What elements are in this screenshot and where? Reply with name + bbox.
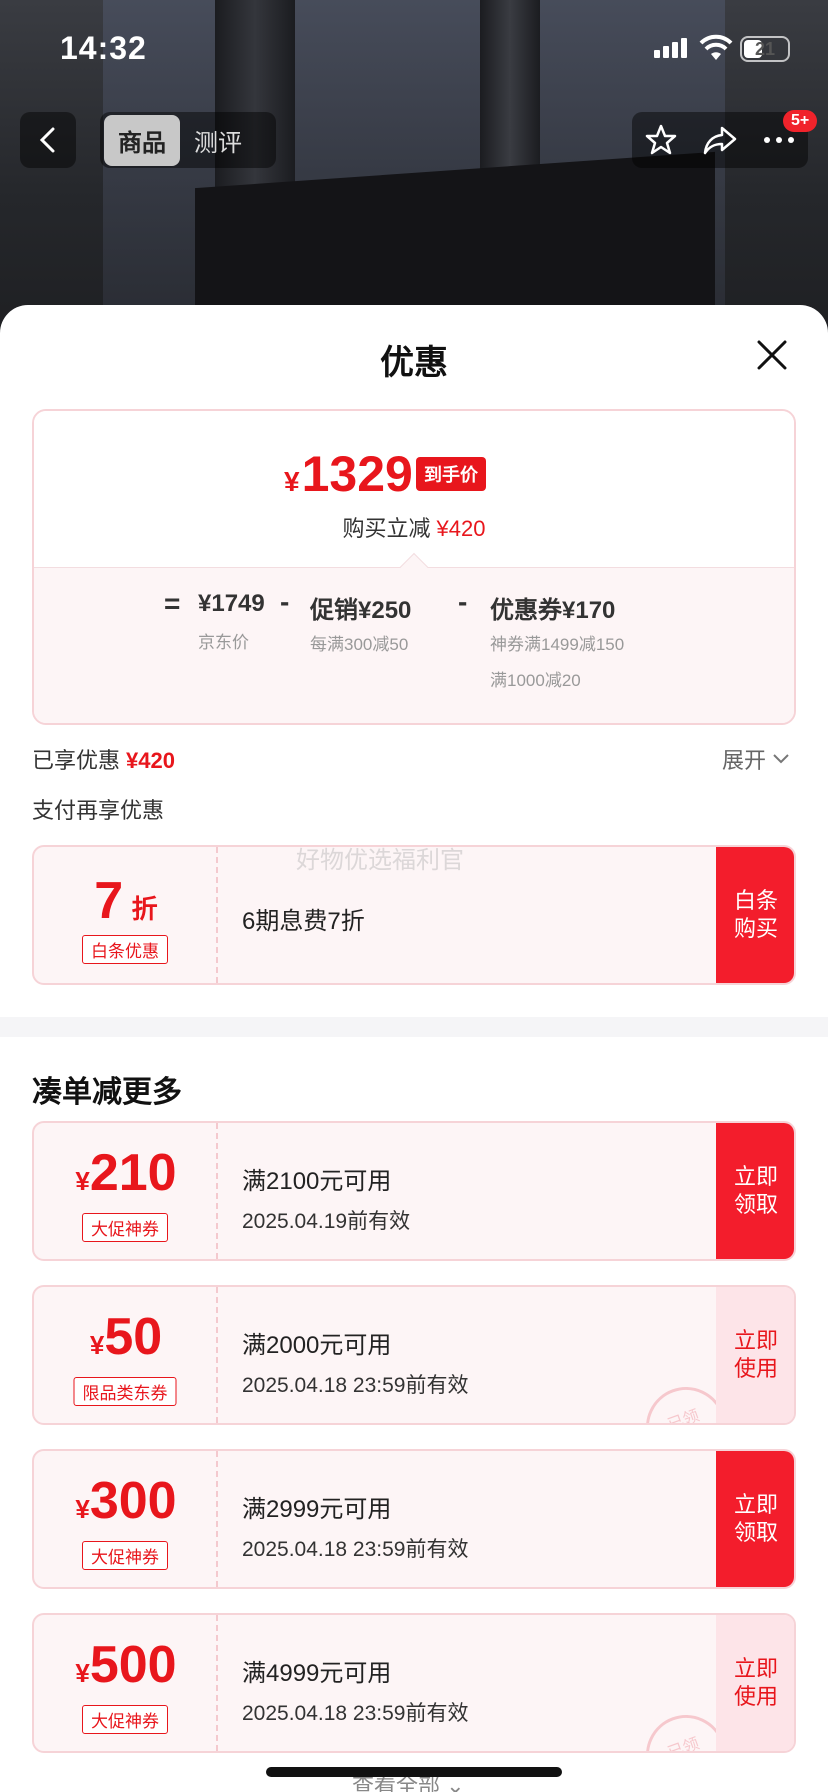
more-icon[interactable] [762, 135, 796, 145]
purchase-reduction: 购买立减 ¥420 [34, 511, 794, 543]
coupon-rule: 满1000减20 [490, 671, 581, 690]
claim-coupon-button[interactable]: 立即领取 [716, 1451, 794, 1587]
coupon-tag: 大促神券 [82, 1541, 168, 1570]
coupon-validity: 2025.04.18 23:59前有效 [242, 1538, 469, 1561]
price-formula: = ¥1749 京东价 - 促销¥250 每满300减50 - 优惠券¥170 … [34, 567, 794, 723]
reduction-amount: ¥420 [436, 516, 486, 541]
coupon-card: ¥500 大促神券 满4999元可用 2025.04.18 23:59前有效 已… [32, 1613, 796, 1753]
currency-symbol: ¥ [284, 466, 300, 497]
chevron-down-icon [773, 754, 789, 764]
discount-number: 7 [94, 872, 124, 930]
battery-icon: 21 [740, 36, 790, 62]
final-price-value: 1329 [301, 446, 413, 502]
minus-sign: - [280, 586, 290, 617]
claim-coupon-button[interactable]: 立即领取 [716, 1123, 794, 1259]
discount-unit: 折 [131, 894, 158, 924]
coupon-rule: 神券满1499减150 [490, 635, 625, 654]
coupon-card: ¥50 限品类东券 满2000元可用 2025.04.18 23:59前有效 已… [32, 1285, 796, 1425]
wifi-icon [699, 34, 733, 60]
tab-bar: 商品 测评 [100, 112, 276, 168]
tab-review[interactable]: 测评 [180, 115, 256, 166]
promo-amount: 促销¥250 [310, 597, 412, 624]
section-divider [0, 1017, 828, 1037]
reduction-label: 购买立减 [342, 516, 431, 541]
currency-symbol: ¥ [75, 1166, 90, 1196]
expand-label: 展开 [722, 748, 767, 773]
promo-rule: 每满300减50 [310, 635, 409, 654]
back-button[interactable] [20, 112, 76, 168]
close-icon[interactable] [754, 337, 790, 373]
section-title: 凑单减更多 [32, 1076, 182, 1109]
coupon-amount: 210 [89, 1144, 177, 1202]
coupon-validity: 2025.04.18 23:59前有效 [242, 1374, 469, 1397]
currency-symbol: ¥ [75, 1658, 90, 1688]
coupon-condition: 满2000元可用 [242, 1332, 392, 1359]
message-badge: 5+ [783, 110, 818, 132]
jd-price: ¥1749 [198, 590, 265, 617]
share-icon[interactable] [702, 123, 738, 157]
coupon-tag: 大促神券 [82, 1705, 168, 1734]
enjoyed-amount: ¥420 [126, 748, 175, 773]
cellular-signal-icon [654, 38, 687, 58]
coupon-value: ¥50 [34, 1307, 218, 1367]
price-breakdown-card: ¥ 1329 到手价 购买立减 ¥420 = ¥1749 京东价 - 促销¥250… [32, 409, 796, 725]
coupon-value: ¥210 [34, 1143, 218, 1203]
jd-price-label: 京东价 [198, 633, 249, 652]
coupon-card: ¥300 大促神券 满2999元可用 2025.04.18 23:59前有效 立… [32, 1449, 796, 1589]
currency-symbol: ¥ [75, 1494, 90, 1524]
expand-button[interactable]: 展开 [722, 743, 790, 775]
coupon-left: ¥210 大促神券 [34, 1123, 218, 1259]
coupon-tag: 限品类东券 [73, 1377, 177, 1406]
coupon-tag: 大促神券 [82, 1213, 168, 1242]
coupon-left: ¥500 大促神券 [34, 1615, 218, 1751]
enjoyed-discount: 已享优惠 ¥420 [32, 743, 175, 775]
discount-sheet: 优惠 ¥ 1329 到手价 购买立减 ¥420 = ¥1749 京东价 - 促销¥… [0, 305, 828, 1792]
coupon-info: 满2100元可用 2025.04.19前有效 [242, 1123, 742, 1259]
coupon-condition: 满2999元可用 [242, 1496, 392, 1523]
chevron-left-icon [39, 127, 55, 153]
baitiao-buy-button[interactable]: 白条购买 [716, 847, 794, 983]
pay-more-label: 支付再享优惠 [32, 798, 165, 823]
discount-rate: 7 折 [34, 871, 218, 931]
use-coupon-button[interactable]: 立即使用 [716, 1615, 794, 1751]
battery-level: 21 [754, 39, 776, 59]
coupon-amount: 优惠券¥170 [490, 597, 616, 624]
enjoyed-label: 已享优惠 [32, 748, 121, 773]
coupon-validity: 2025.04.18 23:59前有效 [242, 1702, 469, 1725]
currency-symbol: ¥ [89, 1330, 105, 1360]
coupon-tag: 白条优惠 [82, 935, 168, 964]
top-actions [632, 112, 808, 168]
coupon-amount: 500 [89, 1636, 177, 1694]
coupon-amount: 300 [89, 1472, 177, 1530]
coupon-amount: 50 [104, 1308, 163, 1366]
coupon-validity: 2025.04.19前有效 [242, 1210, 411, 1233]
coupon-left: 7 折 白条优惠 [34, 847, 218, 983]
final-price-tag: 到手价 [416, 457, 486, 491]
status-time: 14:32 [60, 30, 147, 66]
tab-product[interactable]: 商品 [104, 114, 180, 166]
coupon-left: ¥50 限品类东券 [34, 1287, 218, 1423]
final-price-area: ¥ 1329 到手价 购买立减 ¥420 [34, 411, 794, 567]
coupon-left: ¥300 大促神券 [34, 1451, 218, 1587]
minus-sign: - [458, 586, 468, 617]
watermark-text: 好物优选福利官 [296, 847, 464, 874]
coupon-value: ¥500 [34, 1635, 218, 1695]
coupon-condition: 满4999元可用 [242, 1660, 392, 1687]
top-nav: 商品 测评 5+ [0, 110, 828, 170]
coupon-card: ¥210 大促神券 满2100元可用 2025.04.19前有效 立即领取 [32, 1121, 796, 1261]
equals-sign: = [164, 588, 181, 619]
coupon-info: 满2999元可用 2025.04.18 23:59前有效 [242, 1451, 742, 1587]
use-coupon-button[interactable]: 立即使用 [716, 1287, 794, 1423]
final-price: ¥ 1329 [284, 445, 413, 503]
baitiao-desc: 6期息费7折 [242, 908, 365, 935]
sheet-title: 优惠 [380, 344, 448, 382]
star-icon[interactable] [644, 123, 678, 157]
home-indicator[interactable] [266, 1767, 562, 1777]
coupon-value: ¥300 [34, 1471, 218, 1531]
coupon-condition: 满2100元可用 [242, 1168, 392, 1195]
status-bar: 14:32 21 [0, 0, 828, 100]
